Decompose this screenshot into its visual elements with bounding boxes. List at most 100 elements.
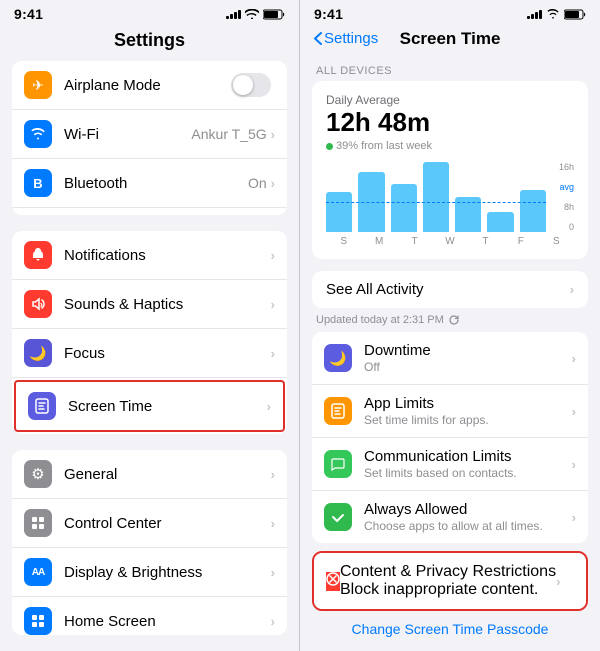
refresh-icon bbox=[448, 314, 460, 326]
time-right: 9:41 bbox=[314, 6, 343, 22]
chart-wrapper: 16h avg 8h 0 bbox=[326, 162, 574, 232]
homescreen-icon-wrap bbox=[24, 607, 52, 635]
content-privacy-text: Content & Privacy Restrictions Block ina… bbox=[340, 563, 556, 599]
focus-chevron: › bbox=[271, 346, 275, 361]
applimits-item[interactable]: App Limits Set time limits for apps. › bbox=[312, 385, 588, 438]
general-item[interactable]: ⚙ General › bbox=[12, 450, 287, 499]
commlimits-icon bbox=[331, 457, 345, 471]
signal-icon-right bbox=[527, 9, 542, 19]
all-devices-label: ALL DEVICES bbox=[300, 57, 600, 81]
chart-bar bbox=[326, 192, 352, 232]
y-label-16h: 16h bbox=[559, 162, 574, 172]
downtime-text: Downtime Off bbox=[364, 342, 572, 374]
wifi-status-icon-right bbox=[546, 9, 560, 19]
change-dot bbox=[326, 143, 333, 150]
cellular-item[interactable]: Cellular › bbox=[12, 208, 287, 215]
focus-icon-wrap: 🌙 bbox=[24, 339, 52, 367]
settings-header: Settings bbox=[0, 26, 299, 61]
downtime-icon-wrap: 🌙 bbox=[324, 344, 352, 372]
homescreen-chevron: › bbox=[271, 614, 275, 629]
wifi-chevron: › bbox=[271, 127, 275, 142]
homescreen-icon bbox=[31, 614, 45, 628]
downtime-icon: 🌙 bbox=[329, 350, 346, 367]
display-icon: AA bbox=[32, 567, 44, 578]
general-label: General bbox=[64, 466, 271, 483]
focus-item[interactable]: 🌙 Focus › bbox=[12, 329, 287, 378]
bluetooth-label: Bluetooth bbox=[64, 175, 248, 192]
display-item[interactable]: AA Display & Brightness › bbox=[12, 548, 287, 597]
y-label-0: 0 bbox=[559, 222, 574, 232]
daily-avg-label: Daily Average bbox=[326, 93, 574, 107]
alwaysallowed-icon bbox=[331, 510, 345, 524]
notif-group-inner: Notifications › Sounds & Haptics › 🌙 Foc… bbox=[12, 231, 287, 434]
commlimits-title: Communication Limits bbox=[364, 448, 572, 465]
back-button[interactable]: Settings bbox=[314, 30, 378, 47]
general-chevron: › bbox=[271, 467, 275, 482]
change-passcode[interactable]: Change Screen Time Passcode bbox=[300, 611, 600, 641]
homescreen-item[interactable]: Home Screen › bbox=[12, 597, 287, 635]
updated-text: Updated today at 2:31 PM bbox=[316, 314, 444, 326]
daily-avg-change: 39% from last week bbox=[326, 140, 574, 152]
controlcenter-chevron: › bbox=[271, 516, 275, 531]
status-bar-left: 9:41 bbox=[0, 0, 299, 26]
sounds-icon bbox=[31, 297, 45, 311]
content-privacy-icon-wrap bbox=[326, 572, 340, 591]
applimits-title: App Limits bbox=[364, 395, 572, 412]
screentime-icon bbox=[35, 398, 49, 414]
controlcenter-icon-wrap bbox=[24, 509, 52, 537]
airplane-icon-wrap: ✈ bbox=[24, 71, 52, 99]
left-panel: 9:41 Settings ✈ Airplane Mode bbox=[0, 0, 300, 651]
screentime-options: 🌙 Downtime Off › App Limits Set time lim… bbox=[312, 332, 588, 543]
notifications-item[interactable]: Notifications › bbox=[12, 231, 287, 280]
chart-x-label: S bbox=[326, 236, 361, 247]
commlimits-chevron: › bbox=[572, 457, 576, 472]
see-all-activity[interactable]: See All Activity › bbox=[312, 271, 588, 308]
y-label-avg: avg bbox=[559, 182, 574, 192]
chart-x-label: T bbox=[468, 236, 503, 247]
airplane-toggle[interactable] bbox=[231, 73, 271, 97]
notifications-group: Notifications › Sounds & Haptics › 🌙 Foc… bbox=[12, 231, 287, 434]
connectivity-group: ✈ Airplane Mode Wi-Fi Ankur T_5G › B Blu… bbox=[12, 61, 287, 215]
notifications-label: Notifications bbox=[64, 247, 271, 264]
downtime-item[interactable]: 🌙 Downtime Off › bbox=[312, 332, 588, 385]
wifi-item[interactable]: Wi-Fi Ankur T_5G › bbox=[12, 110, 287, 159]
applimits-subtitle: Set time limits for apps. bbox=[364, 413, 572, 427]
change-text: 39% from last week bbox=[336, 140, 432, 152]
avg-line bbox=[326, 202, 546, 203]
alwaysallowed-subtitle: Choose apps to allow at all times. bbox=[364, 519, 572, 533]
sounds-icon-wrap bbox=[24, 290, 52, 318]
status-icons-right bbox=[527, 9, 586, 20]
notifications-icon-wrap bbox=[24, 241, 52, 269]
content-privacy-item[interactable]: Content & Privacy Restrictions Block ina… bbox=[314, 553, 586, 609]
chart-x-labels: SMTWTFS bbox=[326, 236, 574, 247]
applimits-icon bbox=[331, 403, 345, 419]
bluetooth-item[interactable]: B Bluetooth On › bbox=[12, 159, 287, 208]
chart-bar bbox=[520, 190, 546, 232]
controlcenter-item[interactable]: Control Center › bbox=[12, 499, 287, 548]
wifi-status-icon bbox=[245, 9, 259, 19]
downtime-title: Downtime bbox=[364, 342, 572, 359]
airplane-mode-item[interactable]: ✈ Airplane Mode bbox=[12, 61, 287, 110]
general-group: ⚙ General › Control Center › AA Display … bbox=[12, 450, 287, 635]
alwaysallowed-item[interactable]: Always Allowed Choose apps to allow at a… bbox=[312, 491, 588, 543]
chart-x-label: M bbox=[361, 236, 396, 247]
downtime-subtitle: Off bbox=[364, 360, 572, 374]
time-left: 9:41 bbox=[14, 6, 43, 22]
applimits-icon-wrap bbox=[324, 397, 352, 425]
airplane-label: Airplane Mode bbox=[64, 77, 231, 94]
chart-bar bbox=[391, 184, 417, 232]
notifications-icon bbox=[31, 248, 45, 262]
alwaysallowed-chevron: › bbox=[572, 510, 576, 525]
general-icon-wrap: ⚙ bbox=[24, 460, 52, 488]
content-privacy-wrapper: Content & Privacy Restrictions Block ina… bbox=[312, 551, 588, 611]
commlimits-item[interactable]: Communication Limits Set limits based on… bbox=[312, 438, 588, 491]
focus-label: Focus bbox=[64, 345, 271, 362]
chart-x-label: S bbox=[539, 236, 574, 247]
chart-bar bbox=[487, 212, 513, 232]
display-label: Display & Brightness bbox=[64, 564, 271, 581]
sounds-item[interactable]: Sounds & Haptics › bbox=[12, 280, 287, 329]
chart-x-label: T bbox=[397, 236, 432, 247]
see-all-chevron: › bbox=[570, 282, 574, 297]
screentime-item[interactable]: Screen Time › bbox=[14, 380, 285, 432]
content-privacy-title: Content & Privacy Restrictions bbox=[340, 563, 556, 581]
